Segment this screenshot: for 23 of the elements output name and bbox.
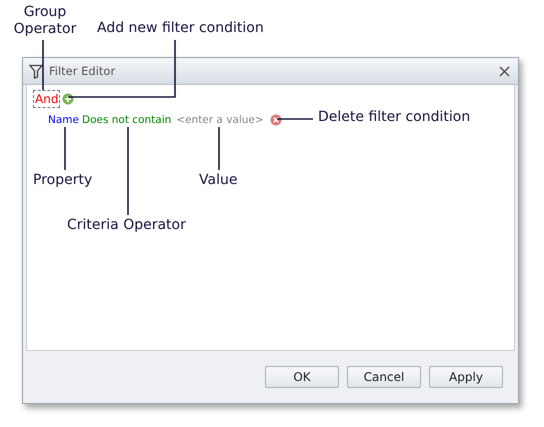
leader-line bbox=[42, 40, 44, 90]
leader-line bbox=[218, 127, 220, 170]
property-name[interactable]: Name bbox=[48, 114, 79, 126]
close-icon bbox=[499, 66, 510, 76]
dialog-button[interactable]: OK bbox=[265, 366, 339, 388]
dialog-button[interactable]: Cancel bbox=[347, 366, 421, 388]
dialog-button[interactable]: Apply bbox=[429, 366, 503, 388]
criteria-operator[interactable]: Does not contain bbox=[82, 114, 172, 126]
window-title: Filter Editor bbox=[49, 64, 116, 78]
callout-label: Property bbox=[33, 172, 92, 188]
callout-label: Delete filter condition bbox=[318, 109, 470, 125]
callout-label: Value bbox=[199, 172, 238, 188]
leader-line bbox=[64, 127, 66, 170]
callout-label: Add new filter condition bbox=[97, 20, 264, 36]
delete-icon[interactable] bbox=[270, 114, 282, 126]
filter-icon bbox=[29, 64, 43, 78]
group-operator[interactable]: And bbox=[33, 90, 60, 108]
close-button[interactable] bbox=[499, 66, 510, 76]
add-icon[interactable] bbox=[62, 93, 74, 105]
leader-line bbox=[277, 118, 313, 120]
value-field[interactable]: <enter a value> bbox=[176, 114, 264, 126]
callout-label: Criteria Operator bbox=[67, 217, 186, 233]
callout-label: Group Operator bbox=[12, 4, 78, 38]
